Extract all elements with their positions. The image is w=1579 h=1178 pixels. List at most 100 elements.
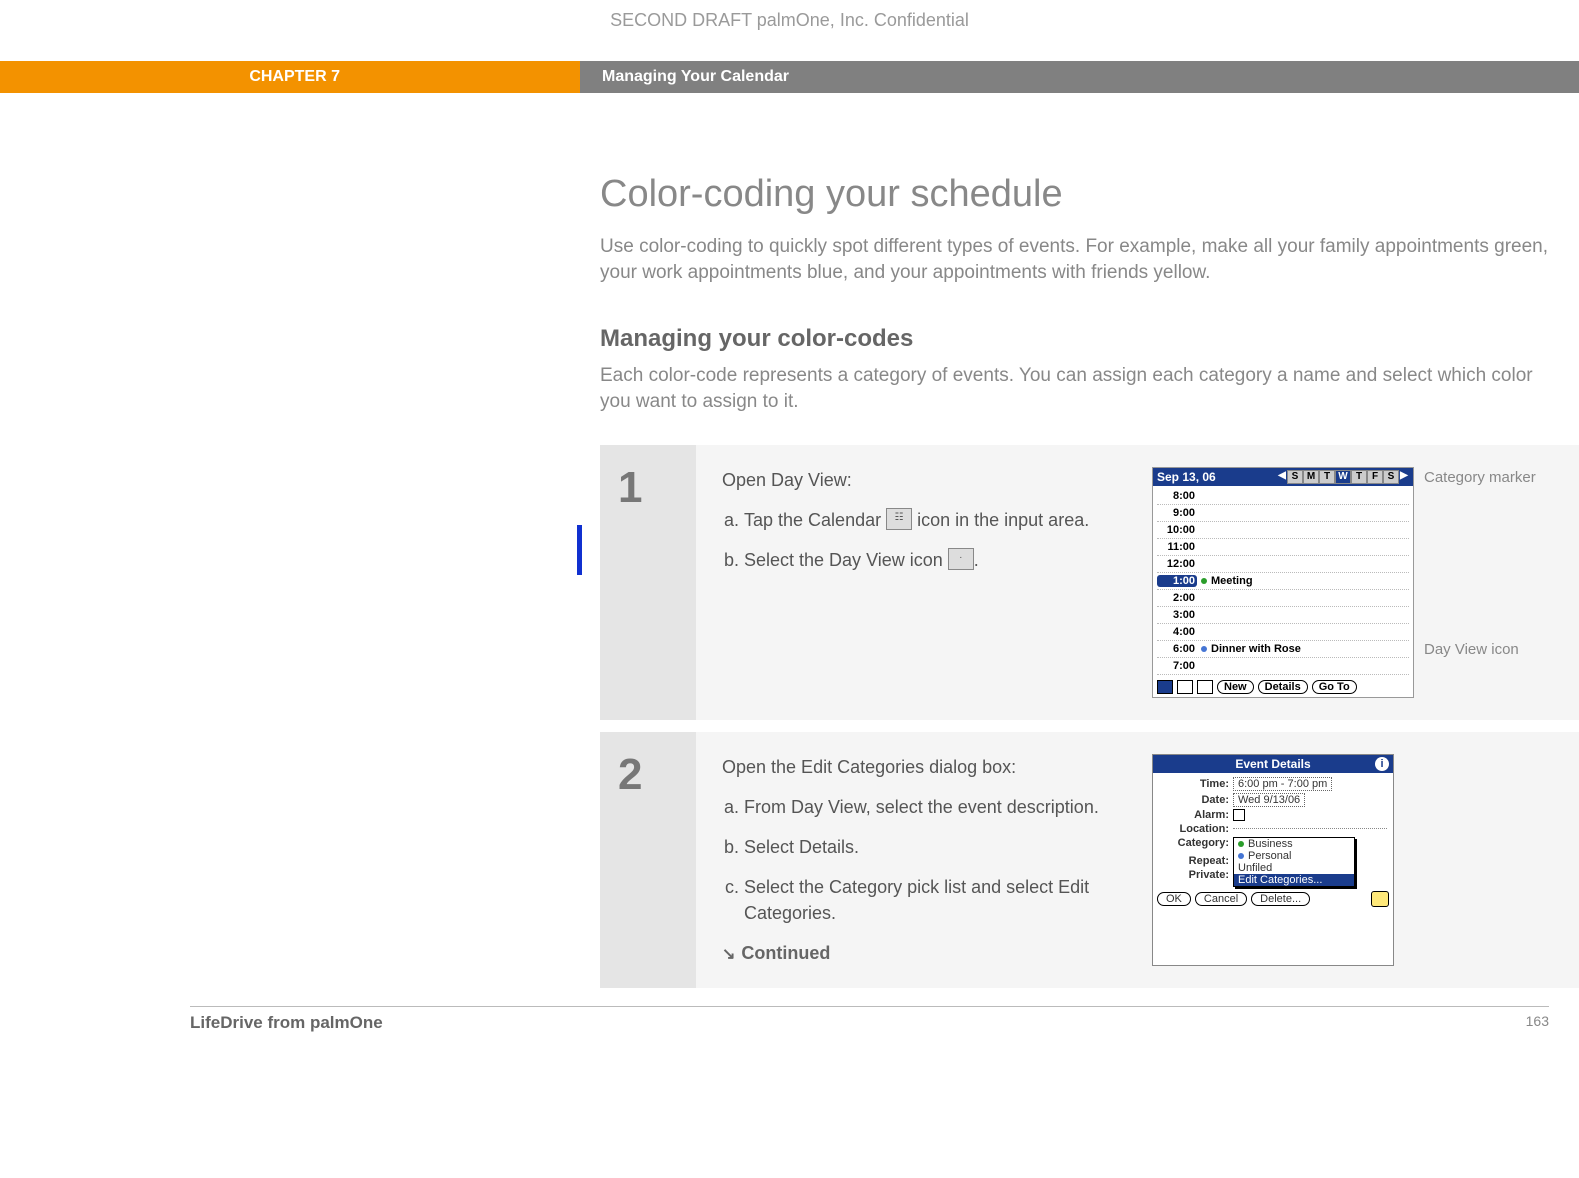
time-label: 10:00 <box>1157 524 1197 536</box>
time-row[interactable]: 2:00 <box>1157 590 1409 607</box>
day-view-toolbar-icon[interactable] <box>1157 680 1173 694</box>
time-label: 4:00 <box>1157 626 1197 638</box>
step-body: Open Day View: Tap the Calendar ☷ icon i… <box>696 445 1579 720</box>
subheading: Managing your color-codes <box>600 325 1579 353</box>
info-icon[interactable]: i <box>1375 757 1389 771</box>
callouts: Category marker Day View icon <box>1424 467 1536 698</box>
step-item: Select the Day View icon ·. <box>744 547 1122 573</box>
field-location: Location: <box>1159 823 1387 835</box>
step-title: Open the Edit Categories dialog box: <box>722 754 1122 780</box>
time-row[interactable]: 9:00 <box>1157 505 1409 522</box>
continued-indicator: Continued <box>722 940 1122 966</box>
time-row[interactable]: 7:00 <box>1157 658 1409 675</box>
bullet-icon <box>1238 841 1244 847</box>
cancel-button[interactable]: Cancel <box>1195 892 1247 906</box>
location-label: Location: <box>1159 823 1233 835</box>
category-marker-dot <box>1201 578 1207 584</box>
goto-button[interactable]: Go To <box>1312 680 1357 694</box>
category-option[interactable]: Business <box>1234 838 1354 850</box>
week-view-toolbar-icon[interactable] <box>1177 680 1193 694</box>
dialog-title-text: Event Details <box>1235 757 1310 771</box>
location-input[interactable] <box>1233 828 1387 829</box>
time-row[interactable]: 6:00 Dinner with Rose <box>1157 641 1409 658</box>
time-label: 6:00 <box>1157 643 1197 655</box>
dialog-body: Time:6:00 pm - 7:00 pm Date:Wed 9/13/06 … <box>1153 773 1393 887</box>
repeat-label: Repeat: <box>1159 855 1233 867</box>
note-icon[interactable] <box>1371 891 1389 907</box>
calendar-icon: ☷ <box>886 508 912 530</box>
next-arrow-icon[interactable]: ▶ <box>1399 470 1409 484</box>
step-body: Open the Edit Categories dialog box: Fro… <box>696 732 1579 989</box>
time-row[interactable]: 10:00 <box>1157 522 1409 539</box>
step-item: Tap the Calendar ☷ icon in the input are… <box>744 507 1122 533</box>
step-number: 2 <box>600 732 696 989</box>
day-of-week-tabs[interactable]: ◀ S M T W T F S ▶ <box>1277 470 1409 484</box>
time-label: 12:00 <box>1157 558 1197 570</box>
page-number: 163 <box>1526 1013 1549 1033</box>
field-date: Date:Wed 9/13/06 <box>1159 793 1387 807</box>
category-option[interactable]: Unfiled <box>1234 862 1354 874</box>
time-value[interactable]: 6:00 pm - 7:00 pm <box>1233 777 1332 791</box>
event-details-dialog: Event Details i Time:6:00 pm - 7:00 pm D… <box>1152 754 1394 967</box>
time-row-selected[interactable]: 1:00Meeting <box>1157 573 1409 590</box>
event-text: Meeting <box>1211 575 1253 587</box>
option-label: Business <box>1248 838 1293 850</box>
page-footer: LifeDrive from palmOne 163 <box>190 1006 1549 1033</box>
step-1: 1 Open Day View: Tap the Calendar ☷ icon… <box>600 445 1579 720</box>
draft-header: SECOND DRAFT palmOne, Inc. Confidential <box>0 0 1579 61</box>
field-time: Time:6:00 pm - 7:00 pm <box>1159 777 1387 791</box>
revision-mark <box>577 525 582 575</box>
time-label: 2:00 <box>1157 592 1197 604</box>
step-number: 1 <box>600 445 696 720</box>
prev-arrow-icon[interactable]: ◀ <box>1277 470 1287 484</box>
category-label: Category: <box>1159 837 1233 849</box>
step-item: From Day View, select the event descript… <box>744 794 1122 820</box>
new-button[interactable]: New <box>1217 680 1254 694</box>
chapter-title: Managing Your Calendar <box>580 61 1579 93</box>
page-heading: Color-coding your schedule <box>600 173 1579 216</box>
dow-m[interactable]: M <box>1303 470 1319 484</box>
palm-toolbar: New Details Go To <box>1153 677 1413 697</box>
dow-s[interactable]: S <box>1287 470 1303 484</box>
time-row[interactable]: 8:00 <box>1157 488 1409 505</box>
ok-button[interactable]: OK <box>1157 892 1191 906</box>
time-row[interactable]: 4:00 <box>1157 624 1409 641</box>
option-label: Edit Categories... <box>1238 874 1322 886</box>
details-button[interactable]: Details <box>1258 680 1308 694</box>
palm-date: Sep 13, 06 <box>1157 470 1216 484</box>
category-option-selected[interactable]: Edit Categories... <box>1234 874 1354 886</box>
event-details-screenshot: Event Details i Time:6:00 pm - 7:00 pm D… <box>1152 754 1394 967</box>
time-label: 7:00 <box>1157 660 1197 672</box>
date-label: Date: <box>1159 794 1233 806</box>
dow-t[interactable]: T <box>1319 470 1335 484</box>
subheading-paragraph: Each color-code represents a category of… <box>600 363 1560 414</box>
dow-f[interactable]: F <box>1367 470 1383 484</box>
palm-titlebar: Sep 13, 06 ◀ S M T W T F S ▶ <box>1153 468 1413 486</box>
alarm-checkbox[interactable] <box>1233 809 1245 821</box>
time-row[interactable]: 12:00 <box>1157 556 1409 573</box>
time-label: 9:00 <box>1157 507 1197 519</box>
month-view-toolbar-icon[interactable] <box>1197 680 1213 694</box>
event-text: Dinner with Rose <box>1211 643 1301 655</box>
chapter-bar: CHAPTER 7 Managing Your Calendar <box>0 61 1579 93</box>
dow-t2[interactable]: T <box>1351 470 1367 484</box>
date-value[interactable]: Wed 9/13/06 <box>1233 793 1305 807</box>
time-row[interactable]: 11:00 <box>1157 539 1409 556</box>
dialog-title: Event Details i <box>1153 755 1393 773</box>
main-content: Color-coding your schedule Use color-cod… <box>600 173 1579 988</box>
time-label: 11:00 <box>1157 541 1197 553</box>
dow-s2[interactable]: S <box>1383 470 1399 484</box>
chapter-number: CHAPTER 7 <box>0 61 580 93</box>
delete-button[interactable]: Delete... <box>1251 892 1310 906</box>
category-picklist[interactable]: Business Personal Unfiled Edit Categorie… <box>1233 837 1355 887</box>
category-marker-dot <box>1201 646 1207 652</box>
dow-w[interactable]: W <box>1335 470 1351 484</box>
category-option[interactable]: Personal <box>1234 850 1354 862</box>
step-title: Open Day View: <box>722 467 1122 493</box>
time-label: Time: <box>1159 778 1233 790</box>
step-text: Open Day View: Tap the Calendar ☷ icon i… <box>722 467 1122 698</box>
step-text: Open the Edit Categories dialog box: Fro… <box>722 754 1122 967</box>
time-row[interactable]: 3:00 <box>1157 607 1409 624</box>
field-alarm: Alarm: <box>1159 809 1387 821</box>
dialog-buttons: OK Cancel Delete... <box>1153 887 1393 911</box>
